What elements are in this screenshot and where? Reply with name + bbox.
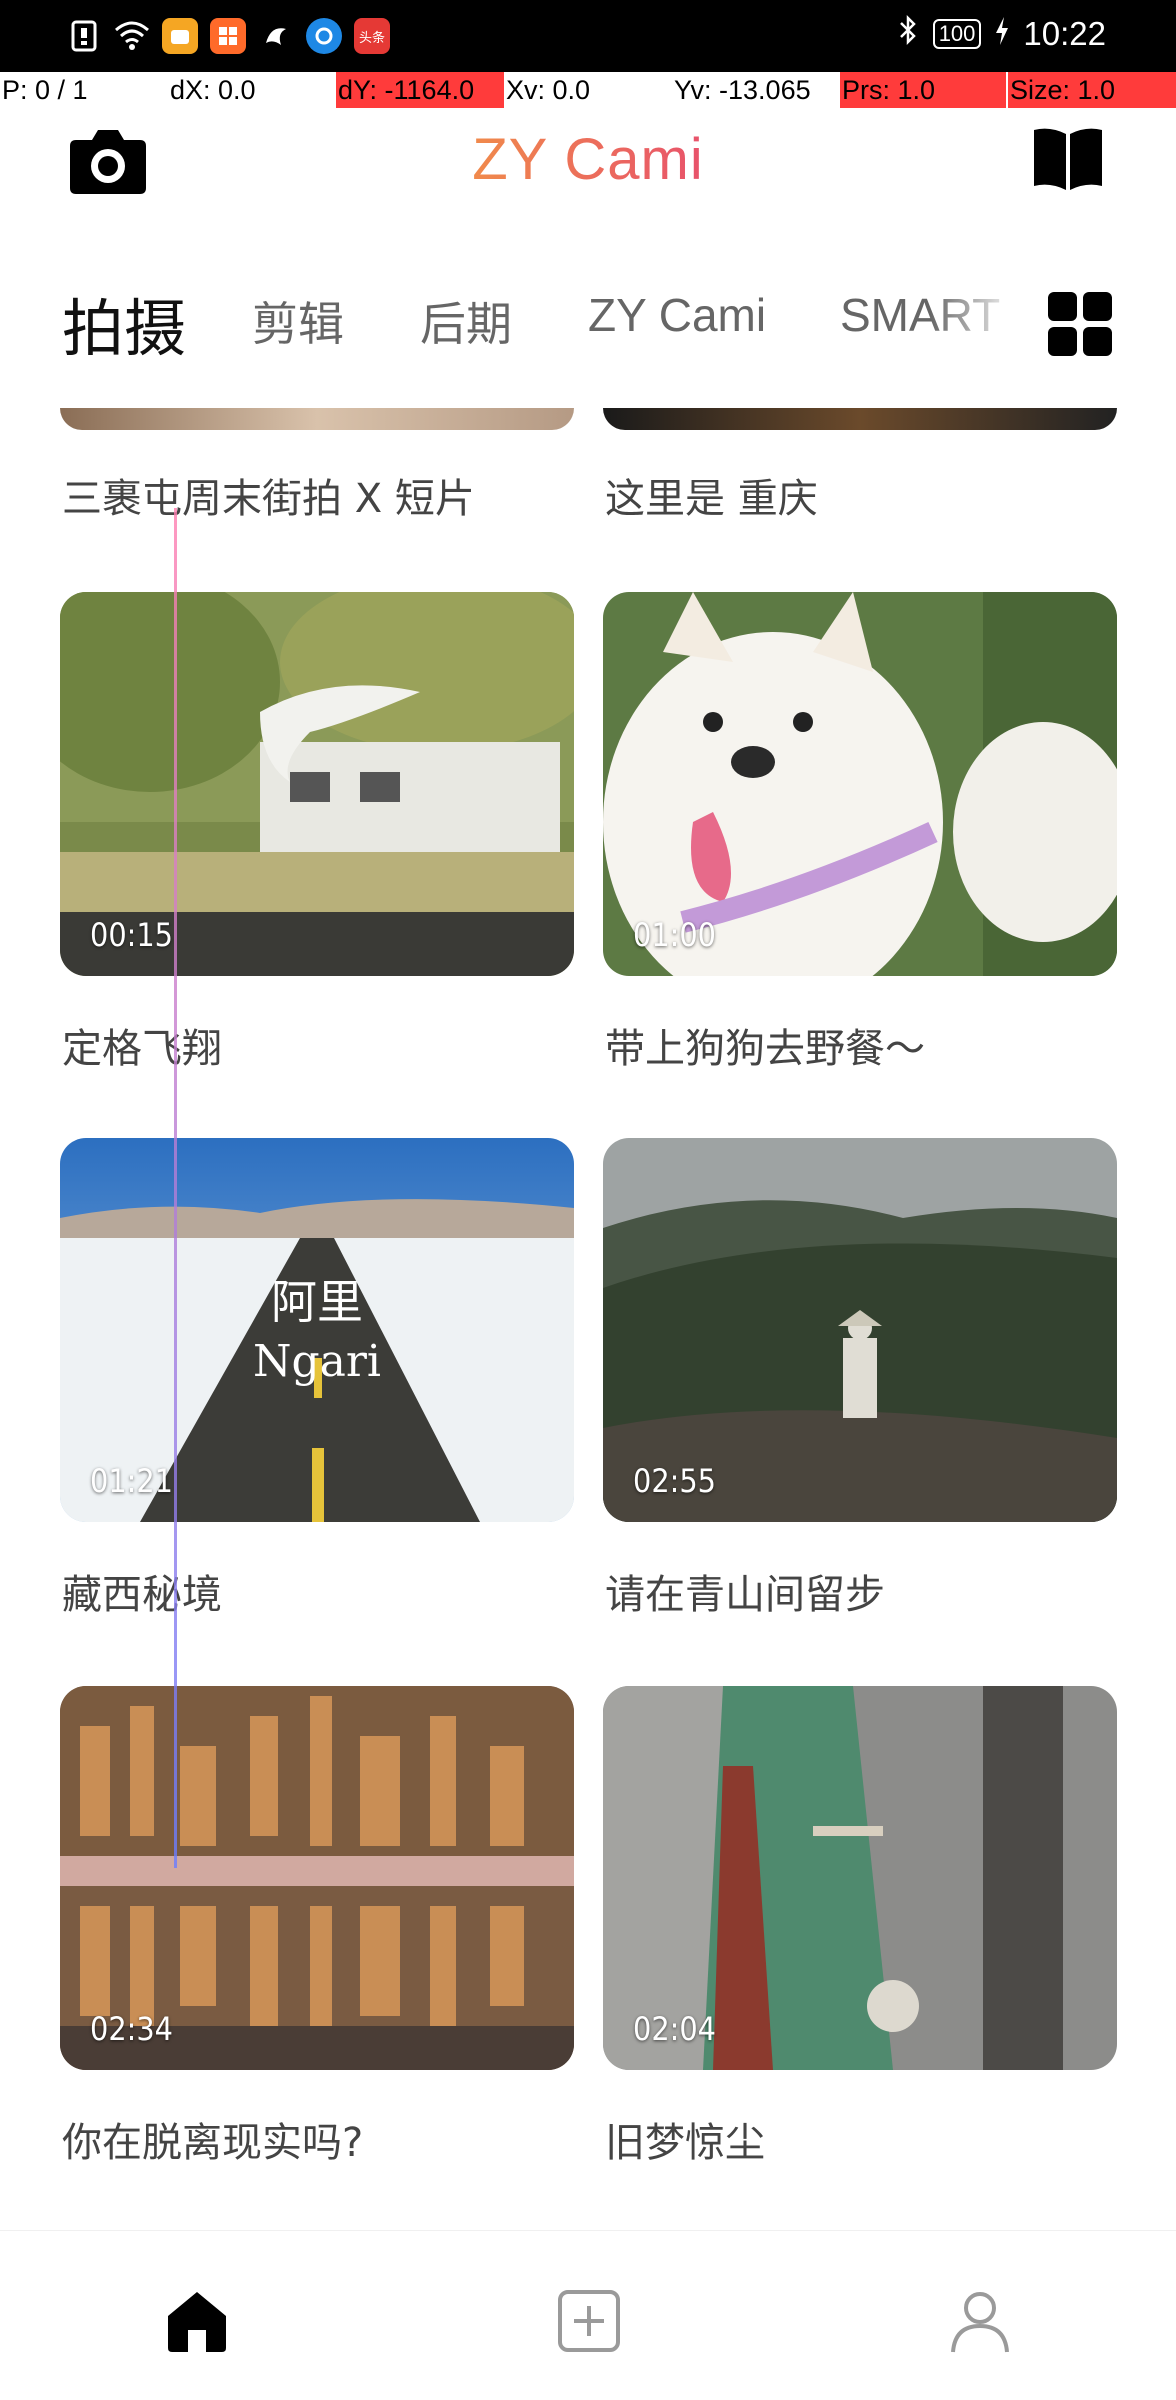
bluetooth-icon [897, 14, 919, 54]
debug-yv: Yv: -13.065 [674, 75, 811, 105]
svg-text:Ngari: Ngari [253, 1336, 381, 1387]
video-card[interactable]: 02:34 你在脱离现实吗? [60, 1686, 574, 2166]
tab-edit[interactable]: 剪辑 [252, 288, 344, 354]
debug-pressure: Prs: 1.0 [840, 72, 1006, 108]
category-tabs: 拍摄 剪辑 后期 ZY Cami SMART [0, 270, 1176, 380]
tab-shoot[interactable]: 拍摄 [62, 278, 186, 368]
video-duration: 01:21 [90, 1462, 173, 1500]
video-title: 你在脱离现实吗? [62, 2120, 364, 2166]
video-duration: 02:34 [90, 2010, 173, 2048]
video-feed: 三裹屯周末街拍 X 短片 这里是 重庆 00:15 定格飞翔 01:00 带上狗… [0, 408, 1176, 2230]
video-title: 定格飞翔 [62, 1026, 222, 1072]
wifi-icon [114, 18, 150, 54]
debug-dx: dX: 0.0 [170, 75, 256, 105]
debug-dy: dY: -1164.0 [336, 72, 504, 108]
video-duration: 01:00 [633, 916, 716, 954]
debug-pointer-count: P: 0 / 1 [2, 75, 88, 105]
video-title: 三裹屯周末街拍 X 短片 [62, 476, 475, 522]
video-title: 藏西秘境 [62, 1572, 222, 1618]
video-card[interactable]: 02:55 请在青山间留步 [603, 1138, 1117, 1618]
debug-xv: Xv: 0.0 [506, 75, 591, 105]
grid-icon[interactable] [1048, 292, 1112, 356]
tab-zy-cami[interactable]: ZY Cami [588, 288, 766, 342]
video-thumbnail [603, 408, 1117, 430]
video-thumbnail: 00:15 [60, 592, 574, 976]
video-card[interactable]: 02:04 旧梦惊尘 [603, 1686, 1117, 2166]
svg-text:阿里: 阿里 [271, 1275, 363, 1329]
video-title: 请在青山间留步 [605, 1572, 885, 1618]
app-title: ZY Cami [472, 127, 704, 192]
app-icon-4 [306, 18, 342, 54]
video-duration: 00:15 [90, 916, 173, 954]
debug-size: Size: 1.0 [1008, 72, 1176, 108]
video-card[interactable]: 00:15 定格飞翔 [60, 592, 574, 1072]
status-bar: 头条 100 10:22 [0, 0, 1176, 72]
app-icon-3 [258, 18, 294, 54]
toutiao-icon: 头条 [354, 18, 390, 54]
clock: 10:22 [1023, 15, 1106, 52]
pointer-location-overlay: P: 0 / 1 dX: 0.0 dY: -1164.0 Xv: 0.0 Yv:… [0, 72, 1176, 108]
video-thumbnail: 02:04 [603, 1686, 1117, 2070]
app-header: ZY Cami [0, 108, 1176, 258]
app-icon-1 [162, 18, 198, 54]
status-right: 100 10:22 [897, 14, 1106, 54]
status-icons: 头条 [66, 18, 390, 54]
tab-fade [930, 270, 1020, 380]
video-thumbnail [60, 408, 574, 430]
home-icon[interactable] [162, 2286, 232, 2356]
video-thumbnail: 02:34 [60, 1686, 574, 2070]
video-duration: 02:55 [633, 1462, 716, 1500]
video-card[interactable]: 阿里 Ngari 01:21 藏西秘境 [60, 1138, 574, 1618]
profile-icon[interactable] [945, 2286, 1015, 2356]
battery-indicator: 100 [932, 19, 982, 49]
video-title: 旧梦惊尘 [605, 2120, 765, 2166]
camera-icon[interactable] [66, 124, 150, 198]
app-icon-2 [210, 18, 246, 54]
video-thumbnail: 02:55 [603, 1138, 1117, 1522]
video-card[interactable]: 01:00 带上狗狗去野餐～ [603, 592, 1117, 1072]
video-title: 带上狗狗去野餐～ [605, 1026, 925, 1072]
bottom-navigation [0, 2230, 1176, 2400]
tab-post[interactable]: 后期 [420, 288, 512, 354]
video-thumbnail: 阿里 Ngari 01:21 [60, 1138, 574, 1522]
add-icon[interactable] [554, 2286, 624, 2356]
video-title: 这里是 重庆 [605, 476, 818, 522]
video-duration: 02:04 [633, 2010, 716, 2048]
sim-icon [66, 18, 102, 54]
book-icon[interactable] [1030, 124, 1106, 196]
charging-icon [995, 15, 1009, 53]
video-thumbnail: 01:00 [603, 592, 1117, 976]
pointer-trace-line [174, 508, 177, 1868]
